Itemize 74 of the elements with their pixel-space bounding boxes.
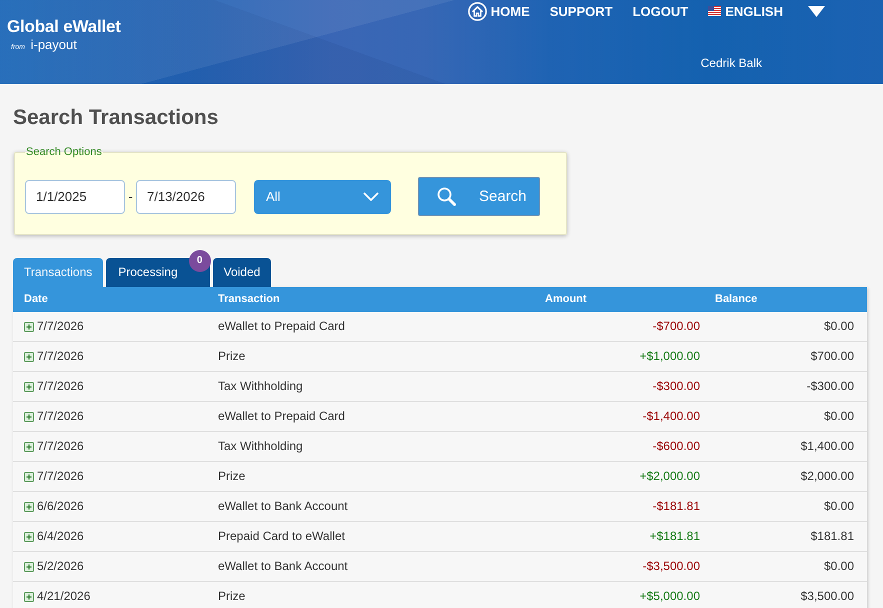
panel-legend: Search Options bbox=[25, 146, 103, 159]
transaction-cell-text: Prize bbox=[217, 588, 246, 605]
amount-cell-text: +$181.81 bbox=[648, 528, 701, 545]
balance-cell-text: $0.00 bbox=[822, 318, 855, 335]
transaction-cell-text: eWallet to Bank Account bbox=[217, 558, 349, 575]
amount-cell-text: -$1,400.00 bbox=[642, 408, 701, 425]
plus-square-icon[interactable] bbox=[24, 532, 34, 542]
plus-square-icon[interactable] bbox=[24, 592, 34, 602]
plus-square-icon[interactable] bbox=[24, 502, 34, 512]
balance-cell-text: $181.81 bbox=[810, 528, 855, 545]
plus-square-icon[interactable] bbox=[24, 322, 34, 332]
balance-cell-text: $700.00 bbox=[810, 348, 855, 365]
column-header: Amount bbox=[544, 292, 588, 307]
date-cell-text: 7/7/2026 bbox=[37, 468, 84, 485]
caret-icon[interactable] bbox=[808, 6, 825, 16]
tab[interactable]: Voided bbox=[212, 258, 272, 287]
plus-square-icon[interactable] bbox=[24, 382, 34, 392]
transaction-cell-text: Prize bbox=[217, 348, 246, 365]
amount-cell-text: -$300.00 bbox=[652, 378, 701, 395]
date-cell-text: 7/7/2026 bbox=[37, 318, 84, 335]
column-header: Date bbox=[23, 292, 49, 307]
amount-cell-text: -$700.00 bbox=[652, 318, 701, 335]
search-icon bbox=[437, 187, 456, 206]
column-header: Transaction bbox=[217, 292, 281, 307]
plus-square-icon[interactable] bbox=[24, 442, 34, 452]
balance-cell-text: -$300.00 bbox=[806, 378, 855, 395]
balance-cell-text: $0.00 bbox=[822, 408, 855, 425]
amount-cell-text: -$181.81 bbox=[652, 498, 701, 515]
transaction-cell-text: Tax Withholding bbox=[217, 438, 304, 455]
flag-icon bbox=[708, 6, 722, 16]
balance-cell-text: $1,400.00 bbox=[800, 438, 855, 455]
balance-cell-text: $0.00 bbox=[822, 498, 855, 515]
balance-cell-text: $0.00 bbox=[822, 558, 855, 575]
plus-square-icon[interactable] bbox=[24, 412, 34, 422]
date-cell-text: 7/7/2026 bbox=[37, 348, 84, 365]
type-select[interactable]: All bbox=[254, 180, 391, 214]
date-separator: - bbox=[127, 189, 134, 204]
balance-cell-text: $2,000.00 bbox=[800, 468, 855, 485]
amount-cell-text: +$1,000.00 bbox=[638, 348, 701, 365]
balance-cell-text: $3,500.00 bbox=[800, 588, 855, 605]
chevron-down-icon bbox=[363, 192, 379, 201]
date-cell-text: 6/6/2026 bbox=[37, 498, 84, 515]
user-name: Cedrik Balk bbox=[700, 56, 762, 70]
transaction-cell-text: Prize bbox=[217, 468, 246, 485]
page-title: Search Transactions bbox=[13, 105, 218, 131]
end-date-field[interactable]: 7/13/2026 bbox=[136, 180, 236, 214]
language-selector[interactable]: ENGLISH bbox=[708, 4, 783, 18]
amount-cell-text: +$2,000.00 bbox=[638, 468, 701, 485]
date-cell-text: 6/4/2026 bbox=[37, 528, 84, 545]
date-cell-text: 5/2/2026 bbox=[37, 558, 84, 575]
logo-title: Global eWallet bbox=[7, 17, 121, 37]
date-cell-text: 4/21/2026 bbox=[37, 588, 90, 605]
plus-square-icon[interactable] bbox=[24, 562, 34, 572]
amount-cell-text: -$600.00 bbox=[652, 438, 701, 455]
start-date-field[interactable]: 1/1/2025 bbox=[25, 180, 125, 214]
date-cell-text: 7/7/2026 bbox=[37, 378, 84, 395]
transaction-cell-text: eWallet to Prepaid Card bbox=[217, 408, 346, 425]
count-badge: 0 bbox=[188, 250, 211, 272]
nav-link[interactable]: SUPPORT bbox=[550, 4, 613, 18]
transaction-cell-text: Prepaid Card to eWallet bbox=[217, 528, 346, 545]
amount-cell-text: +$5,000.00 bbox=[638, 588, 701, 605]
plus-square-icon[interactable] bbox=[24, 472, 34, 482]
home-icon bbox=[468, 2, 487, 20]
transaction-cell-text: eWallet to Prepaid Card bbox=[217, 318, 346, 335]
amount-cell-text: -$3,500.00 bbox=[642, 558, 701, 575]
home-link[interactable]: HOME bbox=[468, 2, 530, 20]
plus-square-icon[interactable] bbox=[24, 352, 34, 362]
nav-link[interactable]: LOGOUT bbox=[632, 4, 688, 18]
search-button[interactable]: Search bbox=[418, 177, 540, 216]
transaction-cell-text: Tax Withholding bbox=[217, 378, 304, 395]
column-header: Balance bbox=[714, 292, 758, 307]
date-cell-text: 7/7/2026 bbox=[37, 408, 84, 425]
date-cell-text: 7/7/2026 bbox=[37, 438, 84, 455]
transaction-cell-text: eWallet to Bank Account bbox=[217, 498, 349, 515]
